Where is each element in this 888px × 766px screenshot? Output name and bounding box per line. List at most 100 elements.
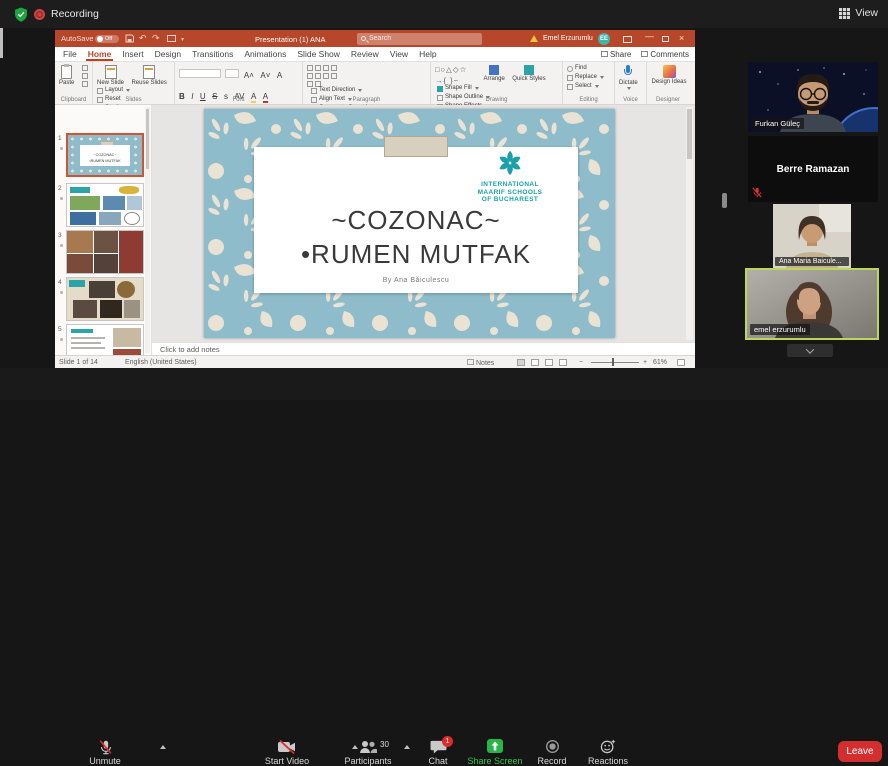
panel-resize-handle[interactable]: [722, 193, 727, 208]
start-slideshow-icon[interactable]: [167, 35, 176, 42]
select-button[interactable]: Select: [567, 83, 604, 90]
canvas-scrollbar[interactable]: [686, 107, 693, 340]
shape-fill-button[interactable]: Shape Fill: [437, 85, 490, 92]
tab-slide-show[interactable]: Slide Show: [297, 47, 340, 61]
slide-thumbnail-3[interactable]: [66, 230, 144, 274]
participant-name: emel erzurumlu: [750, 324, 810, 335]
view-button[interactable]: View: [839, 7, 878, 19]
quick-access-caret-icon[interactable]: ▾: [181, 35, 184, 45]
participants-button[interactable]: Participants: [330, 739, 406, 766]
leave-button[interactable]: Leave: [838, 741, 882, 762]
layout-button[interactable]: Layout: [97, 87, 132, 94]
participants-options-caret-icon[interactable]: [404, 745, 410, 749]
thumbnail-scrollbar[interactable]: [145, 107, 150, 353]
font-name-box[interactable]: [179, 69, 221, 78]
save-icon[interactable]: [125, 34, 134, 43]
share-button[interactable]: Share: [601, 50, 631, 59]
find-button[interactable]: Find: [567, 65, 604, 72]
video-tile-ana[interactable]: Ana Maria Baicule...: [773, 204, 851, 268]
font-size-box[interactable]: [225, 69, 239, 78]
ribbon-display-options-icon[interactable]: [623, 36, 632, 43]
shrink-font-icon[interactable]: A˅: [260, 71, 270, 80]
slide-sorter-view-icon[interactable]: [531, 359, 539, 366]
indent-left-icon[interactable]: [323, 65, 329, 71]
recording-indicator[interactable]: Recording: [34, 8, 99, 20]
slide-thumbnail-4[interactable]: [66, 277, 144, 321]
tab-home[interactable]: Home: [88, 47, 112, 61]
undo-icon[interactable]: ↶: [139, 33, 147, 43]
unmute-button[interactable]: Unmute: [75, 739, 135, 766]
tab-view[interactable]: View: [390, 47, 408, 61]
tab-transitions[interactable]: Transitions: [192, 47, 233, 61]
tab-animations[interactable]: Animations: [244, 47, 286, 61]
cut-icon[interactable]: [82, 65, 88, 71]
align-right-icon[interactable]: [323, 73, 329, 79]
quick-styles-button[interactable]: Quick Styles: [512, 65, 545, 82]
video-tile-emel-active-speaker[interactable]: emel erzurumlu: [747, 270, 877, 338]
zoom-percentage[interactable]: 61%: [653, 359, 667, 366]
notes-toggle[interactable]: Notes: [467, 359, 494, 367]
notes-pane[interactable]: Click to add notes: [152, 342, 695, 355]
search-input[interactable]: [369, 35, 469, 42]
clear-format-icon[interactable]: A: [277, 71, 282, 80]
zoom-out-icon[interactable]: −: [579, 359, 583, 366]
restore-icon[interactable]: [662, 36, 669, 42]
slide-thumbnail-2[interactable]: [66, 183, 144, 227]
search-icon: [361, 36, 366, 41]
minimize-icon[interactable]: —: [645, 31, 654, 41]
slide-editor[interactable]: INTERNATIONAL MAARIF SCHOOLS OF BUCHARES…: [204, 109, 615, 338]
bullets-icon[interactable]: [307, 65, 313, 71]
align-left-icon[interactable]: [307, 73, 313, 79]
language-status[interactable]: English (United States): [125, 359, 197, 366]
normal-view-icon[interactable]: [517, 359, 525, 366]
indent-right-icon[interactable]: [331, 65, 337, 71]
align-center-icon[interactable]: [315, 73, 321, 79]
slide-canvas[interactable]: INTERNATIONAL MAARIF SCHOOLS OF BUCHARES…: [152, 105, 695, 342]
zoom-slider-track[interactable]: [591, 362, 639, 363]
fit-to-window-icon[interactable]: [677, 359, 685, 366]
format-painter-icon[interactable]: [82, 81, 88, 87]
justify-icon[interactable]: [331, 73, 337, 79]
shapes-gallery[interactable]: □○△◇☆: [435, 65, 479, 74]
slide-thumbnail-1[interactable]: ~COZONAC~•RUMEN MUTFAK: [66, 133, 144, 177]
new-slide-button[interactable]: New Slide: [97, 65, 124, 86]
reading-view-icon[interactable]: [545, 359, 553, 366]
reuse-slides-button[interactable]: Reuse Slides: [131, 65, 166, 86]
redo-icon[interactable]: ↷: [152, 33, 160, 43]
video-tile-furkan[interactable]: Furkan Güleç: [748, 62, 878, 132]
warning-icon[interactable]: [530, 35, 538, 42]
slide-thumbnail-5[interactable]: [66, 324, 144, 355]
mic-options-caret-icon[interactable]: [160, 745, 166, 749]
start-video-button[interactable]: Start Video: [245, 739, 329, 766]
zoom-slider-thumb[interactable]: [612, 358, 614, 366]
shapes-gallery-row2[interactable]: →{ }~: [435, 76, 479, 85]
encryption-shield-icon[interactable]: [14, 7, 28, 22]
numbering-icon[interactable]: [315, 65, 321, 71]
account-user-name[interactable]: Emel Erzurumlu: [543, 35, 593, 42]
account-avatar[interactable]: EE: [598, 33, 610, 45]
more-participants-button[interactable]: [787, 344, 833, 357]
tab-file[interactable]: File: [63, 47, 77, 61]
reactions-button[interactable]: Reactions: [570, 739, 646, 766]
copy-icon[interactable]: [82, 73, 88, 79]
design-ideas-button[interactable]: Design Ideas: [651, 65, 687, 85]
dictate-button[interactable]: Dictate: [619, 65, 638, 90]
autosave-toggle[interactable]: Off: [95, 35, 119, 43]
text-direction-button[interactable]: Text Direction: [311, 87, 379, 94]
close-icon[interactable]: ×: [679, 33, 684, 43]
tab-insert[interactable]: Insert: [122, 47, 143, 61]
slideshow-view-icon[interactable]: [559, 359, 567, 366]
slide-counter[interactable]: Slide 1 of 14: [59, 359, 98, 366]
replace-button[interactable]: Replace: [567, 74, 604, 81]
comments-button[interactable]: Comments: [641, 50, 689, 59]
grow-font-icon[interactable]: A˄: [244, 71, 254, 80]
slide-title-card[interactable]: INTERNATIONAL MAARIF SCHOOLS OF BUCHARES…: [254, 147, 578, 293]
search-bar[interactable]: [357, 33, 482, 45]
tab-review[interactable]: Review: [351, 47, 379, 61]
tab-help[interactable]: Help: [419, 47, 436, 61]
video-tile-berre[interactable]: Berre Ramazan: [748, 136, 878, 202]
arrange-button[interactable]: Arrange: [483, 65, 504, 82]
zoom-in-icon[interactable]: +: [643, 359, 647, 366]
paste-button[interactable]: Paste: [59, 65, 74, 86]
tab-design[interactable]: Design: [155, 47, 181, 61]
